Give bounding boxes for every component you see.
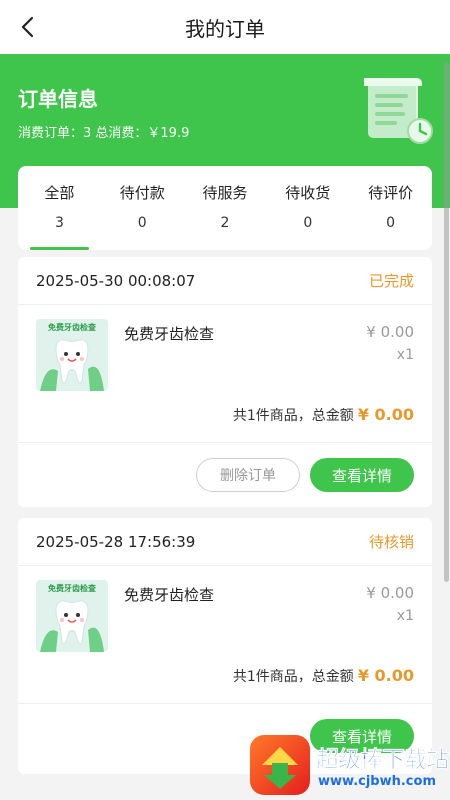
thumbnail-caption: 免费牙齿检查	[48, 322, 97, 332]
watermark-logo	[250, 735, 310, 795]
tab-pending-review[interactable]: 待评价 0	[349, 166, 432, 250]
product-price: ¥ 0.00	[366, 323, 414, 341]
product-name: 免费牙齿检查	[124, 586, 215, 604]
tab-label: 待服务	[202, 184, 248, 202]
thumbnail-caption: 免费牙齿检查	[48, 583, 97, 593]
tab-label: 待付款	[119, 184, 165, 202]
tab-label: 待收货	[285, 184, 331, 202]
order-status-tabs: 全部 3 待付款 0 待服务 2 待收货 0 待评价 0	[18, 166, 432, 250]
product-thumbnail: 免费牙齿检查	[36, 319, 108, 391]
product-name: 免费牙齿检查	[124, 325, 215, 343]
order-status: 已完成	[368, 272, 414, 290]
watermark-name: 超级棒下载站	[316, 747, 450, 774]
tab-pending-payment[interactable]: 待付款 0	[101, 166, 184, 250]
tooth-illustration: 免费牙齿检查	[36, 319, 108, 391]
banner-summary: 消费订单：3 总消费：￥19.9	[18, 126, 190, 141]
scrollbar[interactable]	[444, 62, 449, 582]
summary-label: 共1件商品，总金额	[232, 669, 354, 685]
tab-all[interactable]: 全部 3	[18, 166, 101, 250]
summary-label: 共1件商品，总金额	[232, 408, 354, 424]
tab-count: 0	[137, 215, 147, 231]
order-actions: 删除订单 查看详情	[18, 443, 432, 507]
order-item[interactable]: 免费牙齿检查 免费牙齿检查 ¥ 0.00 x1 共1件商品，总金额 ¥ 0.00	[18, 566, 432, 704]
tab-count: 2	[220, 215, 230, 231]
order-header: 2025-05-28 17:56:39 待核销	[18, 518, 432, 566]
order-summary: 共1件商品，总金额 ¥ 0.00	[233, 666, 414, 686]
tab-pending-service[interactable]: 待服务 2	[184, 166, 267, 250]
delete-order-button[interactable]: 删除订单	[196, 458, 300, 492]
order-summary: 共1件商品，总金额 ¥ 0.00	[233, 405, 414, 425]
order-total: ¥ 0.00	[357, 666, 414, 685]
nav-bar: 我的订单	[0, 0, 450, 54]
order-total: ¥ 0.00	[357, 405, 414, 424]
view-details-button[interactable]: 查看详情	[310, 458, 414, 492]
chevron-left-icon	[21, 16, 34, 38]
order-time: 2025-05-28 17:56:39	[36, 532, 196, 551]
tab-label: 待评价	[368, 184, 414, 202]
order-header: 2025-05-30 00:08:07 已完成	[18, 257, 432, 305]
order-item[interactable]: 免费牙齿检查 免费牙齿检查 ¥ 0.00 x1 共1件商品，总金额 ¥ 0.00	[18, 305, 432, 443]
order-status: 待核销	[368, 533, 414, 551]
active-tab-indicator	[30, 247, 89, 250]
product-price: ¥ 0.00	[366, 584, 414, 602]
product-thumbnail: 免费牙齿检查	[36, 580, 108, 652]
tab-pending-receipt[interactable]: 待收货 0	[266, 166, 349, 250]
product-quantity: x1	[396, 347, 414, 363]
receipt-clock-icon	[364, 78, 433, 144]
back-button[interactable]	[10, 9, 46, 45]
page-title: 我的订单	[185, 16, 265, 41]
tab-label: 全部	[44, 184, 75, 202]
product-quantity: x1	[396, 608, 414, 624]
tab-count: 0	[303, 215, 313, 231]
tab-count: 3	[54, 215, 64, 231]
watermark-url: www.cjbwh.com	[318, 774, 436, 789]
order-card: 2025-05-30 00:08:07 已完成 免费牙齿检查 免费牙齿检查 ¥ …	[18, 257, 432, 507]
order-time: 2025-05-30 00:08:07	[36, 271, 196, 290]
banner-title: 订单信息	[18, 87, 98, 111]
tooth-illustration: 免费牙齿检查	[36, 580, 108, 652]
download-arrow-icon	[262, 747, 298, 789]
site-watermark: 超级棒下载站 www.cjbwh.com	[246, 730, 450, 800]
tab-count: 0	[386, 215, 396, 231]
